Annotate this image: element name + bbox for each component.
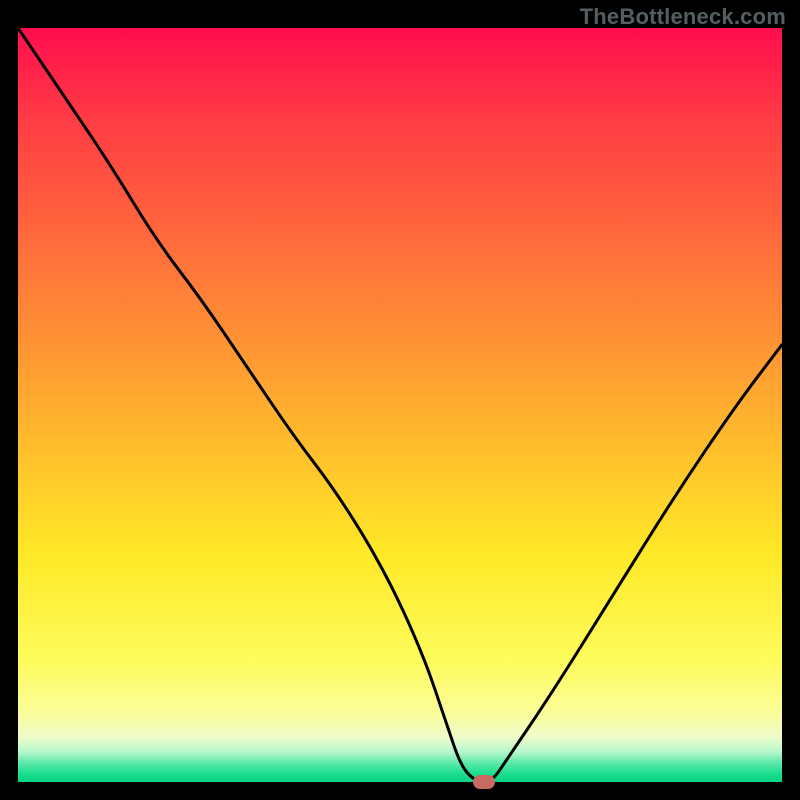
chart-frame: TheBottleneck.com	[0, 0, 800, 800]
plot-area	[18, 28, 782, 782]
optimal-point-marker	[473, 775, 495, 789]
bottleneck-curve	[18, 28, 782, 782]
curve-svg	[18, 28, 782, 782]
watermark-text: TheBottleneck.com	[580, 4, 786, 30]
